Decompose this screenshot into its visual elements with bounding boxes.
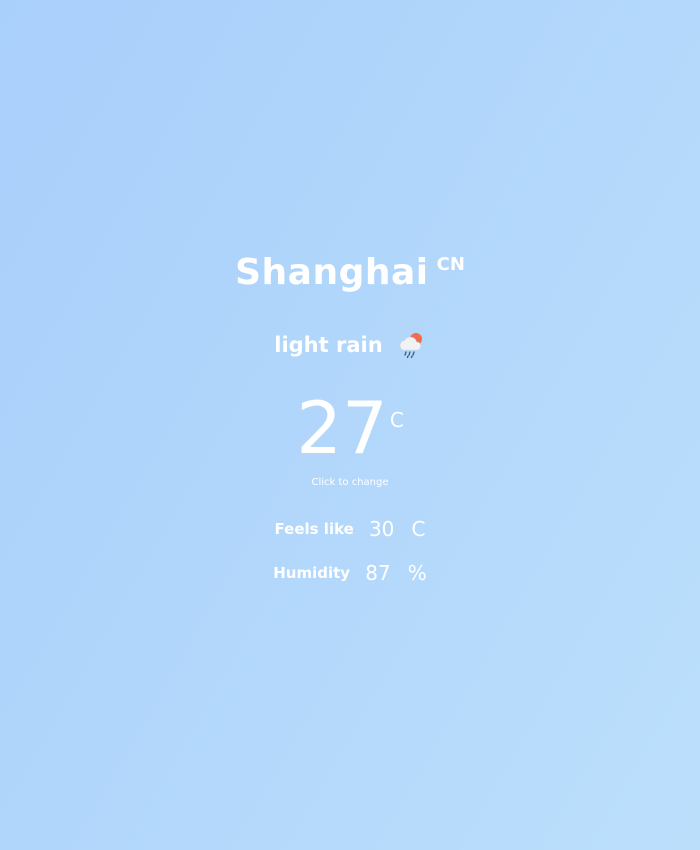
location-header: Shanghai CN bbox=[0, 252, 700, 293]
temperature-toggle[interactable]: 27 C bbox=[0, 388, 700, 468]
humidity-label: Humidity bbox=[273, 564, 351, 582]
temperature-unit[interactable]: C bbox=[390, 408, 404, 432]
city-name: Shanghai bbox=[235, 252, 429, 293]
feels-like-row: Feels like 30 C bbox=[0, 517, 700, 541]
feels-like-value: 30 bbox=[368, 517, 395, 541]
weather-condition: light rain bbox=[274, 333, 383, 357]
feels-like-label: Feels like bbox=[274, 520, 354, 538]
humidity-unit: % bbox=[407, 561, 427, 585]
weather-card: Shanghai CN light rain 27 C Click to chang… bbox=[0, 0, 700, 850]
temperature-value[interactable]: 27 bbox=[296, 386, 388, 470]
condition-row: light rain bbox=[0, 330, 700, 360]
humidity-value: 87 bbox=[365, 561, 391, 585]
feels-like-unit: C bbox=[411, 517, 426, 541]
humidity-row: Humidity 87 % bbox=[0, 561, 700, 585]
rain-cloud-sun-icon bbox=[396, 330, 426, 360]
unit-toggle-hint[interactable]: Click to change bbox=[0, 477, 700, 488]
country-code: CN bbox=[436, 254, 465, 275]
